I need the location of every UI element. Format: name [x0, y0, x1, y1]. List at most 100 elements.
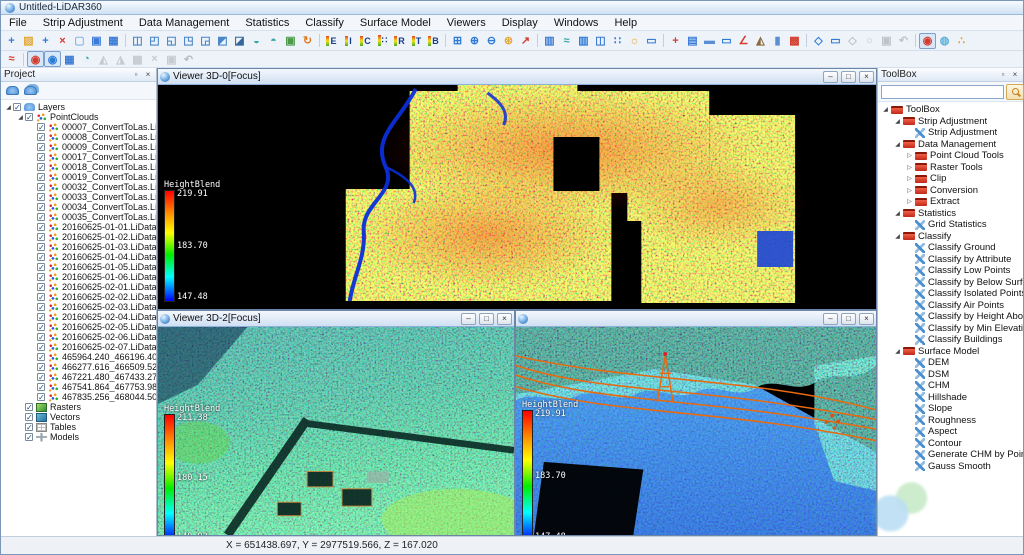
menu-statistics[interactable]: Statistics	[237, 16, 297, 30]
toolbox-tree-item[interactable]: Strip Adjustment	[878, 127, 1023, 139]
delete-edit-button[interactable]: ×	[146, 51, 163, 67]
toolbox-tree-item[interactable]: Generate CHM by Point Cloud	[878, 449, 1023, 461]
orthographic-view-button[interactable]: ◒	[248, 33, 265, 49]
project-tree-item[interactable]: ✓20160625-02-03.LiData	[1, 302, 156, 312]
project-tree-item[interactable]: ✓00034_ConvertToLas.LiData	[1, 202, 156, 212]
viewer0-minimize-button[interactable]: –	[823, 71, 838, 83]
toolbox-tree-item[interactable]: ▷Raster Tools	[878, 162, 1023, 174]
select-lasso-button[interactable]: ◇	[844, 33, 861, 49]
menu-display[interactable]: Display	[494, 16, 546, 30]
project-tree-item[interactable]: ✓466277.616_466509.528.LiData	[1, 362, 156, 372]
viewer1-minimize-button[interactable]: –	[823, 313, 838, 325]
toolbox-tree-item[interactable]: ◢Surface Model	[878, 346, 1023, 358]
layer-visibility-checkbox[interactable]: ✓	[37, 363, 45, 371]
layer-visibility-checkbox[interactable]: ✓	[37, 223, 45, 231]
display-by-rgb-button[interactable]: ∷	[374, 33, 391, 49]
project-tree-item[interactable]: ✓00017_ConvertToLas.LiData	[1, 152, 156, 162]
toolbox-tree-item[interactable]: Gauss Smooth	[878, 461, 1023, 473]
toolbox-tree-item[interactable]: ◢Data Management	[878, 139, 1023, 151]
layer-visibility-checkbox[interactable]: ✓	[37, 263, 45, 271]
project-tree-item[interactable]: ✓Vectors	[1, 412, 156, 422]
project-tree-item[interactable]: ✓00019_ConvertToLas.LiData	[1, 172, 156, 182]
link-viewers-button[interactable]: ≈	[558, 33, 575, 49]
tree-expander-icon[interactable]: ▷	[905, 175, 914, 182]
undo-edit-button[interactable]: ↶	[180, 51, 197, 67]
layer-visibility-checkbox[interactable]: ✓	[37, 203, 45, 211]
project-tree-item[interactable]: ✓00032_ConvertToLas.LiData	[1, 182, 156, 192]
layer-visibility-checkbox[interactable]: ✓	[37, 313, 45, 321]
toolbox-tree-item[interactable]: Grid Statistics	[878, 219, 1023, 231]
toolbox-tree-item[interactable]: Classify Low Points	[878, 265, 1023, 277]
layer-visibility-checkbox[interactable]: ✓	[37, 333, 45, 341]
viewer-display-button[interactable]: ▥	[575, 33, 592, 49]
undo-selection-button[interactable]: ↶	[895, 33, 912, 49]
viewer0-canvas[interactable]: HeightBlend 219.91 183.70 147.48	[158, 85, 876, 309]
pan-button[interactable]: ⊛	[500, 33, 517, 49]
render-settings-button[interactable]: ☼	[626, 33, 643, 49]
new-3d-viewer-button[interactable]: ▥	[541, 33, 558, 49]
open-file-button[interactable]: ▨	[20, 33, 37, 49]
viewer0-maximize-button[interactable]: □	[841, 71, 856, 83]
project-tree-item[interactable]: ◢✓Layers	[1, 102, 156, 112]
toolbox-tree-item[interactable]: ▷Extract	[878, 196, 1023, 208]
toolbox-tree-item[interactable]: ▷Clip	[878, 173, 1023, 185]
select-circle-button[interactable]: ○	[861, 33, 878, 49]
layer-visibility-checkbox[interactable]: ✓	[37, 353, 45, 361]
viewer2-minimize-button[interactable]: –	[461, 313, 476, 325]
project-tree-item[interactable]: ✓20160625-02-01.LiData	[1, 282, 156, 292]
layer-visibility-checkbox[interactable]: ✓	[37, 153, 45, 161]
toolbox-tree-item[interactable]: Classify by Attribute	[878, 254, 1023, 266]
tree-expander-icon[interactable]: ◢	[893, 141, 902, 148]
screen-capture-button[interactable]: ▦	[61, 51, 78, 67]
layer-visibility-checkbox[interactable]: ✓	[37, 393, 45, 401]
scatter-selection-button[interactable]: ∴	[953, 33, 970, 49]
viewer1-close-button[interactable]: ×	[859, 313, 874, 325]
menu-strip-adjustment[interactable]: Strip Adjustment	[35, 16, 131, 30]
zoom-extent-button[interactable]: ⊞	[449, 33, 466, 49]
layer-visibility-checkbox[interactable]: ✓	[37, 213, 45, 221]
project-close-icon[interactable]: ×	[143, 70, 153, 79]
measure-distance-button[interactable]: ▬	[701, 33, 718, 49]
view-bottom-button[interactable]: ◰	[146, 33, 163, 49]
profile-view-button[interactable]: ▤	[684, 33, 701, 49]
save-as-button[interactable]: ▦	[105, 33, 122, 49]
layer-visibility-checkbox[interactable]: ✓	[25, 423, 33, 431]
add-point-cloud-icon[interactable]	[6, 86, 19, 95]
toolbox-tree-item[interactable]: ◢Classify	[878, 231, 1023, 243]
remove-data-button[interactable]: ×	[54, 33, 71, 49]
display-by-elevation-button[interactable]: E	[323, 33, 340, 49]
project-tree-item[interactable]: ✓Rasters	[1, 402, 156, 412]
toolbox-tree-item[interactable]: Slope	[878, 403, 1023, 415]
layer-visibility-checkbox[interactable]: ✓	[25, 403, 33, 411]
toolbox-tree-item[interactable]: Classify Ground	[878, 242, 1023, 254]
toolbox-tree-item[interactable]: Roughness	[878, 415, 1023, 427]
layer-visibility-checkbox[interactable]: ✓	[37, 253, 45, 261]
capture-image-button[interactable]: ▣	[282, 33, 299, 49]
project-tree-item[interactable]: ✓20160625-02-02.LiData	[1, 292, 156, 302]
project-tree-item[interactable]: ✓20160625-02-04.LiData	[1, 312, 156, 322]
point-render-button[interactable]: ∷	[609, 33, 626, 49]
view-top-button[interactable]: ◫	[129, 33, 146, 49]
save-edit-button[interactable]: ▣	[163, 51, 180, 67]
plot-profile-button[interactable]: ≈	[3, 51, 20, 67]
viewer2-close-button[interactable]: ×	[497, 313, 512, 325]
cross-section-button[interactable]: ◉	[27, 51, 44, 67]
measure-area-button[interactable]: ▭	[718, 33, 735, 49]
select-rectangle-button[interactable]: ▭	[827, 33, 844, 49]
layer-visibility-checkbox[interactable]: ✓	[25, 433, 33, 441]
viewer2-canvas[interactable]: HeightBlend 211.38 180.15 148.92	[158, 327, 514, 535]
project-tree-item[interactable]: ✓Models	[1, 432, 156, 442]
new-window-button[interactable]: ▢	[71, 33, 88, 49]
project-tree-item[interactable]: ✓467541.864_467753.984.LiData	[1, 382, 156, 392]
terrain-edit-button[interactable]: ◭	[95, 51, 112, 67]
layer-visibility-checkbox[interactable]: ✓	[37, 143, 45, 151]
save-button[interactable]: ▣	[88, 33, 105, 49]
view-back-button[interactable]: ◩	[214, 33, 231, 49]
toolbox-tree-item[interactable]: Classify by Below Surface	[878, 277, 1023, 289]
tree-expander-icon[interactable]: ◢	[893, 118, 902, 125]
measure-angle-button[interactable]: ∠	[735, 33, 752, 49]
layer-visibility-checkbox[interactable]: ✓	[37, 183, 45, 191]
toolbox-search-input[interactable]	[881, 85, 1004, 99]
view-front-button[interactable]: ◲	[197, 33, 214, 49]
project-tree-item[interactable]: ✓20160625-02-05.LiData	[1, 322, 156, 332]
